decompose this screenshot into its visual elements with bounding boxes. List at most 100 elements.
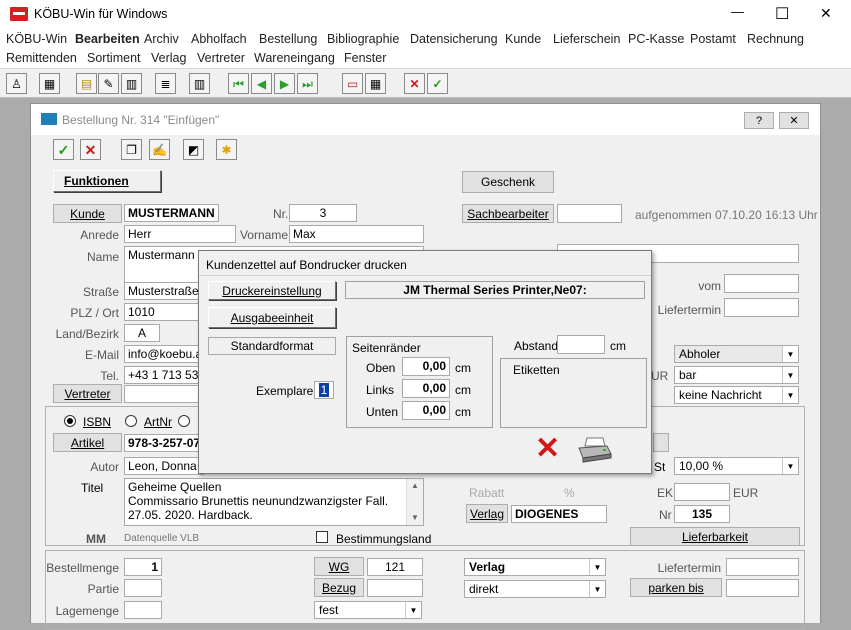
menu-kunde[interactable]: Kunde <box>505 32 541 46</box>
titel-scrollbar[interactable]: ▲ ▼ <box>406 479 423 525</box>
bezug-button[interactable]: Bezug <box>314 578 364 597</box>
menu-datensicherung[interactable]: Datensicherung <box>410 32 498 46</box>
nr-field[interactable]: 3 <box>289 204 357 222</box>
toolbar-document-icon[interactable]: ▥ <box>121 73 142 94</box>
titel-field[interactable]: Geheime Quellen Commissario Brunettis ne… <box>124 478 424 526</box>
vorname-field[interactable]: Max <box>289 225 424 243</box>
nachricht-dropdown[interactable]: keine Nachricht ▼ <box>674 386 799 404</box>
star-icon[interactable]: ✱ <box>216 139 237 160</box>
toolbar-list-icon[interactable]: ≣ <box>155 73 176 94</box>
isbn-radio[interactable] <box>64 415 76 427</box>
ek-field[interactable] <box>674 483 730 501</box>
order-window-title: Bestellung Nr. 314 "Einfügen" <box>62 113 220 127</box>
toolbar-ok-icon[interactable]: ✓ <box>427 73 448 94</box>
third-radio[interactable] <box>178 415 190 427</box>
toolbar-edit-icon[interactable]: ✎ <box>98 73 119 94</box>
mwst-dropdown[interactable]: 10,00 % ▼ <box>674 457 799 475</box>
printer-icon[interactable] <box>577 436 613 464</box>
artikel-button[interactable]: Artikel <box>53 433 122 452</box>
kunde-field[interactable]: MUSTERMANN <box>124 204 219 222</box>
liefertermin-field[interactable] <box>724 298 799 317</box>
parken-bis-field[interactable] <box>726 579 799 597</box>
druckereinstellung-button[interactable]: Druckereinstellung <box>208 281 336 300</box>
sachbearbeiter-field[interactable] <box>557 204 622 223</box>
menu-archiv[interactable]: Archiv <box>144 32 179 46</box>
bezug-field[interactable] <box>367 579 423 597</box>
lagemenge-field[interactable] <box>124 601 162 619</box>
signature-icon[interactable]: ✍ <box>149 139 170 160</box>
artikel-field[interactable]: 978-3-257-07 <box>124 434 204 452</box>
ausgabeeinheit-button[interactable]: Ausgabeeinheit <box>208 307 336 328</box>
cancel-icon[interactable]: ✕ <box>80 139 101 160</box>
bestimmungsland-checkbox[interactable] <box>316 531 328 543</box>
links-field[interactable]: 0,00 <box>402 379 450 398</box>
lieferbarkeit-button[interactable]: Lieferbarkeit <box>630 527 800 546</box>
bestellmenge-field[interactable]: 1 <box>124 558 162 576</box>
toolbar-cancel-icon[interactable]: ✕ <box>404 73 425 94</box>
abholer-dropdown[interactable]: Abholer ▼ <box>674 345 799 363</box>
child-close-button[interactable]: ✕ <box>779 112 809 129</box>
menu-bestellung[interactable]: Bestellung <box>259 32 317 46</box>
menu-verlag[interactable]: Verlag <box>151 51 186 65</box>
vom-field[interactable] <box>724 274 799 293</box>
menu-koebuwin[interactable]: KÖBU-Win <box>6 32 67 46</box>
note-icon[interactable]: ◩ <box>183 139 204 160</box>
geschenk-button[interactable]: Geschenk <box>462 171 554 193</box>
toolbar-calculator-icon[interactable]: ▦ <box>39 73 60 94</box>
vertreter-button[interactable]: Vertreter <box>53 384 122 403</box>
fest-dropdown[interactable]: fest ▼ <box>314 601 422 619</box>
artikel-extra-button[interactable] <box>653 433 669 452</box>
toolbar-barcode-icon[interactable]: ▥ <box>189 73 210 94</box>
wg-button[interactable]: WG <box>314 557 364 576</box>
help-button[interactable]: ? <box>744 112 774 129</box>
menu-bibliographie[interactable]: Bibliographie <box>327 32 399 46</box>
unten-field[interactable]: 0,00 <box>402 401 450 420</box>
menu-abholfach[interactable]: Abholfach <box>191 32 247 46</box>
artnr-radio[interactable] <box>125 415 137 427</box>
menu-sortiment[interactable]: Sortiment <box>87 51 141 65</box>
verlag-button[interactable]: Verlag <box>466 504 508 523</box>
verlag-field[interactable]: DIOGENES <box>511 505 607 523</box>
previous-record-icon[interactable]: ◀ <box>251 73 272 94</box>
toolbar-person-icon[interactable]: ♙ <box>6 73 27 94</box>
close-button[interactable]: ✕ <box>820 5 832 22</box>
next-record-icon[interactable]: ▶ <box>274 73 295 94</box>
verlag-dropdown[interactable]: Verlag ▼ <box>464 558 606 576</box>
menu-wareneingang[interactable]: Wareneingang <box>254 51 335 65</box>
funktionen-button[interactable]: Funktionen <box>53 170 161 192</box>
bezugsart-dropdown[interactable]: direkt ▼ <box>464 580 606 598</box>
exemplare-field[interactable]: 1 <box>314 381 334 399</box>
ok-icon[interactable]: ✓ <box>53 139 74 160</box>
land-field[interactable]: A <box>124 324 160 342</box>
menu-rechnung[interactable]: Rechnung <box>747 32 804 46</box>
kunde-button[interactable]: Kunde <box>53 204 122 223</box>
toolbar-grid-icon[interactable]: ▦ <box>365 73 386 94</box>
maximize-button[interactable]: ☐ <box>775 4 789 24</box>
menu-pc-kasse[interactable]: PC-Kasse <box>628 32 684 46</box>
anrede-field[interactable]: Herr <box>124 225 236 243</box>
menu-postamt[interactable]: Postamt <box>690 32 736 46</box>
menu-bearbeiten[interactable]: Bearbeiten <box>75 32 140 46</box>
minimize-button[interactable]: — <box>731 4 744 19</box>
toolbar-folder-icon[interactable]: ▤ <box>76 73 97 94</box>
copy-icon[interactable]: ❐ <box>121 139 142 160</box>
abstand-field[interactable] <box>557 335 605 354</box>
menu-fenster[interactable]: Fenster <box>344 51 386 65</box>
zahlart-dropdown[interactable]: bar ▼ <box>674 366 799 384</box>
partie-field[interactable] <box>124 579 162 597</box>
menu-vertreter[interactable]: Vertreter <box>197 51 245 65</box>
autor-field[interactable]: Leon, Donna <box>124 457 204 475</box>
menu-lieferschein[interactable]: Lieferschein <box>553 32 620 46</box>
cancel-print-icon[interactable]: ✕ <box>535 434 560 464</box>
last-record-icon[interactable]: ⏭ <box>297 73 318 94</box>
menu-remittenden[interactable]: Remittenden <box>6 51 77 65</box>
nr2-field[interactable]: 135 <box>674 505 730 523</box>
chevron-down-icon: ▼ <box>782 367 798 383</box>
first-record-icon[interactable]: ⏮ <box>228 73 249 94</box>
parken-bis-button[interactable]: parken bis <box>630 578 722 597</box>
oben-field[interactable]: 0,00 <box>402 357 450 376</box>
toolbar-window-icon[interactable]: ▭ <box>342 73 363 94</box>
sachbearbeiter-button[interactable]: Sachbearbeiter <box>462 204 554 223</box>
wg-field[interactable]: 121 <box>367 558 423 576</box>
liefertermin2-field[interactable] <box>726 558 799 576</box>
